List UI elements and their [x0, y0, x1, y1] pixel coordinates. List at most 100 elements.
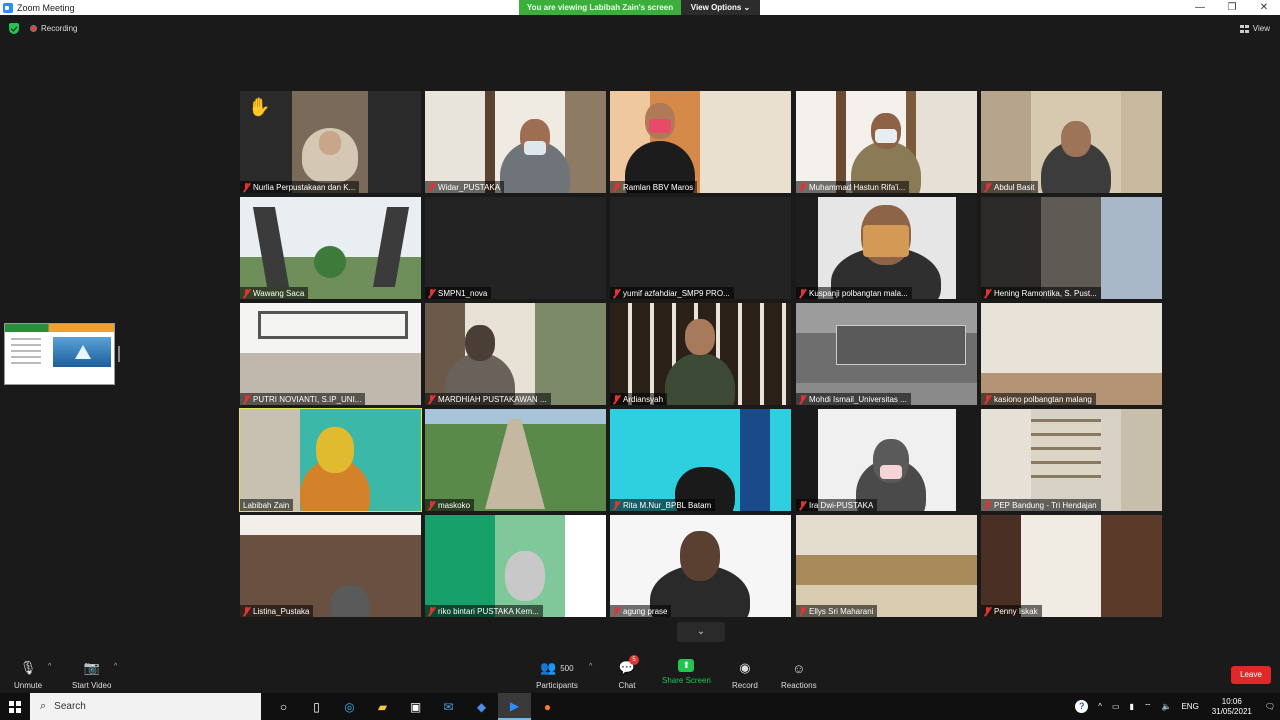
record-button[interactable]: ◉ Record: [732, 659, 758, 690]
mic-muted-icon: [984, 606, 991, 616]
unmute-button[interactable]: 🎙 Unmute: [14, 659, 42, 690]
video-tile[interactable]: PUTRI NOVIANTI, S.IP_UNI...: [240, 303, 421, 405]
video-tile[interactable]: Rita M.Nur_BPBL Batam: [610, 409, 791, 511]
reactions-smiley-icon: ☺: [792, 660, 806, 676]
share-arrow-icon: ⬆: [678, 659, 695, 672]
restore-button[interactable]: ❐: [1216, 0, 1248, 15]
participant-name: Widar_PUSTAKA: [425, 181, 505, 193]
dropbox-icon[interactable]: ◆: [465, 693, 498, 720]
close-button[interactable]: ✕: [1248, 0, 1280, 15]
audio-options-caret-icon[interactable]: ^: [48, 663, 51, 670]
participant-name: Nurlia Perpustakaan dan K...: [240, 181, 360, 193]
video-tile[interactable]: Ellys Sri Maharani: [796, 515, 977, 617]
battery-icon[interactable]: ▮: [1130, 702, 1134, 711]
mic-muted-icon: [613, 182, 620, 192]
video-tile[interactable]: SMPN1_nova: [425, 197, 606, 299]
mail-icon[interactable]: ✉: [432, 693, 465, 720]
cortana-icon[interactable]: ○: [267, 693, 300, 720]
leave-button[interactable]: Leave: [1231, 666, 1271, 684]
security-shield-icon[interactable]: [9, 23, 19, 34]
video-tile-active-speaker[interactable]: Labibah Zain: [239, 408, 422, 512]
language-indicator[interactable]: ENG: [1181, 702, 1198, 711]
participant-name: Rita M.Nur_BPBL Batam: [610, 499, 716, 511]
video-tile[interactable]: riko bintari PUSTAKA Kem...: [425, 515, 606, 617]
participant-name: Kuspanji polbangtan mala...: [796, 287, 912, 299]
video-tile[interactable]: Ardiansyah: [610, 303, 791, 405]
zoom-taskbar-icon[interactable]: ▶: [498, 693, 531, 720]
view-button[interactable]: View: [1239, 24, 1270, 33]
shared-screen-thumbnail[interactable]: [4, 323, 115, 385]
participants-button[interactable]: 👥 500 Participants: [535, 659, 579, 690]
edge-icon[interactable]: ◎: [333, 693, 366, 720]
video-tile[interactable]: Muhammad Hastun Rifa'i...: [796, 91, 977, 193]
participant-name: PEP Bandung - Tri Hendajan: [981, 499, 1101, 511]
mic-muted-icon: [799, 288, 806, 298]
video-tile[interactable]: MARDHIAH PUSTAKAWAN ...: [425, 303, 606, 405]
task-view-icon[interactable]: ▯: [300, 693, 333, 720]
search-placeholder: Search: [54, 701, 86, 712]
share-screen-button[interactable]: ⬆ Share Screen: [662, 659, 711, 685]
participant-name: Ardiansyah: [610, 393, 668, 405]
video-tile[interactable]: agung prase: [610, 515, 791, 617]
participant-name: Ira Dwi-PUSTAKA: [796, 499, 878, 511]
taskbar-apps: ○ ▯ ◎ ▰ ▣ ✉ ◆ ▶ ●: [267, 693, 564, 720]
store-icon[interactable]: ▣: [399, 693, 432, 720]
reactions-button[interactable]: ☺ Reactions: [781, 659, 817, 691]
video-tile[interactable]: Mohdi Ismail_Universitas ...: [796, 303, 977, 405]
video-tile[interactable]: kasiono polbangtan malang: [981, 303, 1162, 405]
mic-muted-icon: [984, 394, 991, 404]
firefox-icon[interactable]: ●: [531, 693, 564, 720]
raised-hand-icon: ✋: [248, 97, 271, 117]
meeting-top-bar: Recording View: [0, 15, 1280, 43]
recording-indicator[interactable]: Recording: [30, 24, 77, 33]
notifications-icon[interactable]: 🗨: [1265, 702, 1275, 711]
window-controls: — ❐ ✕: [1184, 0, 1280, 15]
start-video-button[interactable]: 📷 Start Video: [72, 659, 111, 690]
video-options-caret-icon[interactable]: ^: [114, 663, 117, 670]
video-tile[interactable]: Ira Dwi-PUSTAKA: [796, 409, 977, 511]
participants-caret-icon[interactable]: ^: [589, 663, 592, 670]
microphone-muted-icon: 🎙: [19, 660, 37, 675]
minimize-button[interactable]: —: [1184, 0, 1216, 15]
volume-icon[interactable]: 🔈: [1161, 702, 1171, 711]
video-tile[interactable]: Widar_PUSTAKA: [425, 91, 606, 193]
view-options-button[interactable]: View Options ⌄: [681, 0, 760, 15]
mic-muted-icon: [613, 394, 620, 404]
participant-name: PUTRI NOVIANTI, S.IP_UNI...: [240, 393, 366, 405]
video-off-icon: 📷: [83, 660, 100, 675]
taskbar-clock[interactable]: 10:06 31/05/2021: [1212, 697, 1252, 717]
participant-name: Ellys Sri Maharani: [796, 605, 878, 617]
chevron-down-icon[interactable]: ⌄: [677, 622, 725, 642]
chat-button[interactable]: 💬 5 Chat: [617, 655, 639, 690]
video-tile[interactable]: yumif azfahdiar_SMP9 PRO...: [610, 197, 791, 299]
video-tile[interactable]: Hening Ramontika, S. Pust...: [981, 197, 1162, 299]
participant-name: Ramlan BBV Maros: [610, 181, 698, 193]
share-screen-label: Share Screen: [662, 676, 711, 685]
mic-muted-icon: [243, 182, 250, 192]
video-tile[interactable]: Abdul Basit: [981, 91, 1162, 193]
mic-muted-icon: [984, 182, 991, 192]
video-tile[interactable]: ✋ Nurlia Perpustakaan dan K...: [240, 91, 421, 193]
participant-name: Hening Ramontika, S. Pust...: [981, 287, 1101, 299]
mic-muted-icon: [613, 606, 620, 616]
record-dot-icon: [30, 25, 37, 32]
video-tile[interactable]: Ramlan BBV Maros: [610, 91, 791, 193]
video-tile[interactable]: Wawang Saca: [240, 197, 421, 299]
chat-badge: 5: [629, 655, 639, 665]
tray-expand-icon[interactable]: ^: [1098, 702, 1102, 711]
video-tile[interactable]: maskoko: [425, 409, 606, 511]
file-explorer-icon[interactable]: ▰: [366, 693, 399, 720]
participant-name: maskoko: [425, 499, 475, 511]
help-icon[interactable]: ?: [1075, 700, 1089, 713]
video-tile[interactable]: Penny Iskak: [981, 515, 1162, 617]
start-button[interactable]: [0, 693, 30, 720]
tray-device-icon[interactable]: ▭: [1112, 702, 1120, 711]
wifi-icon[interactable]: ⌔: [1144, 702, 1152, 712]
search-icon: ⌕: [40, 700, 47, 712]
video-tile[interactable]: PEP Bandung - Tri Hendajan: [981, 409, 1162, 511]
taskbar-search[interactable]: ⌕ Search: [30, 693, 261, 720]
video-tile[interactable]: Kuspanji polbangtan mala...: [796, 197, 977, 299]
video-tile[interactable]: Listina_Pustaka: [240, 515, 421, 617]
thumbnail-resize-handle[interactable]: [118, 346, 120, 362]
iceberg-image: [53, 337, 111, 367]
